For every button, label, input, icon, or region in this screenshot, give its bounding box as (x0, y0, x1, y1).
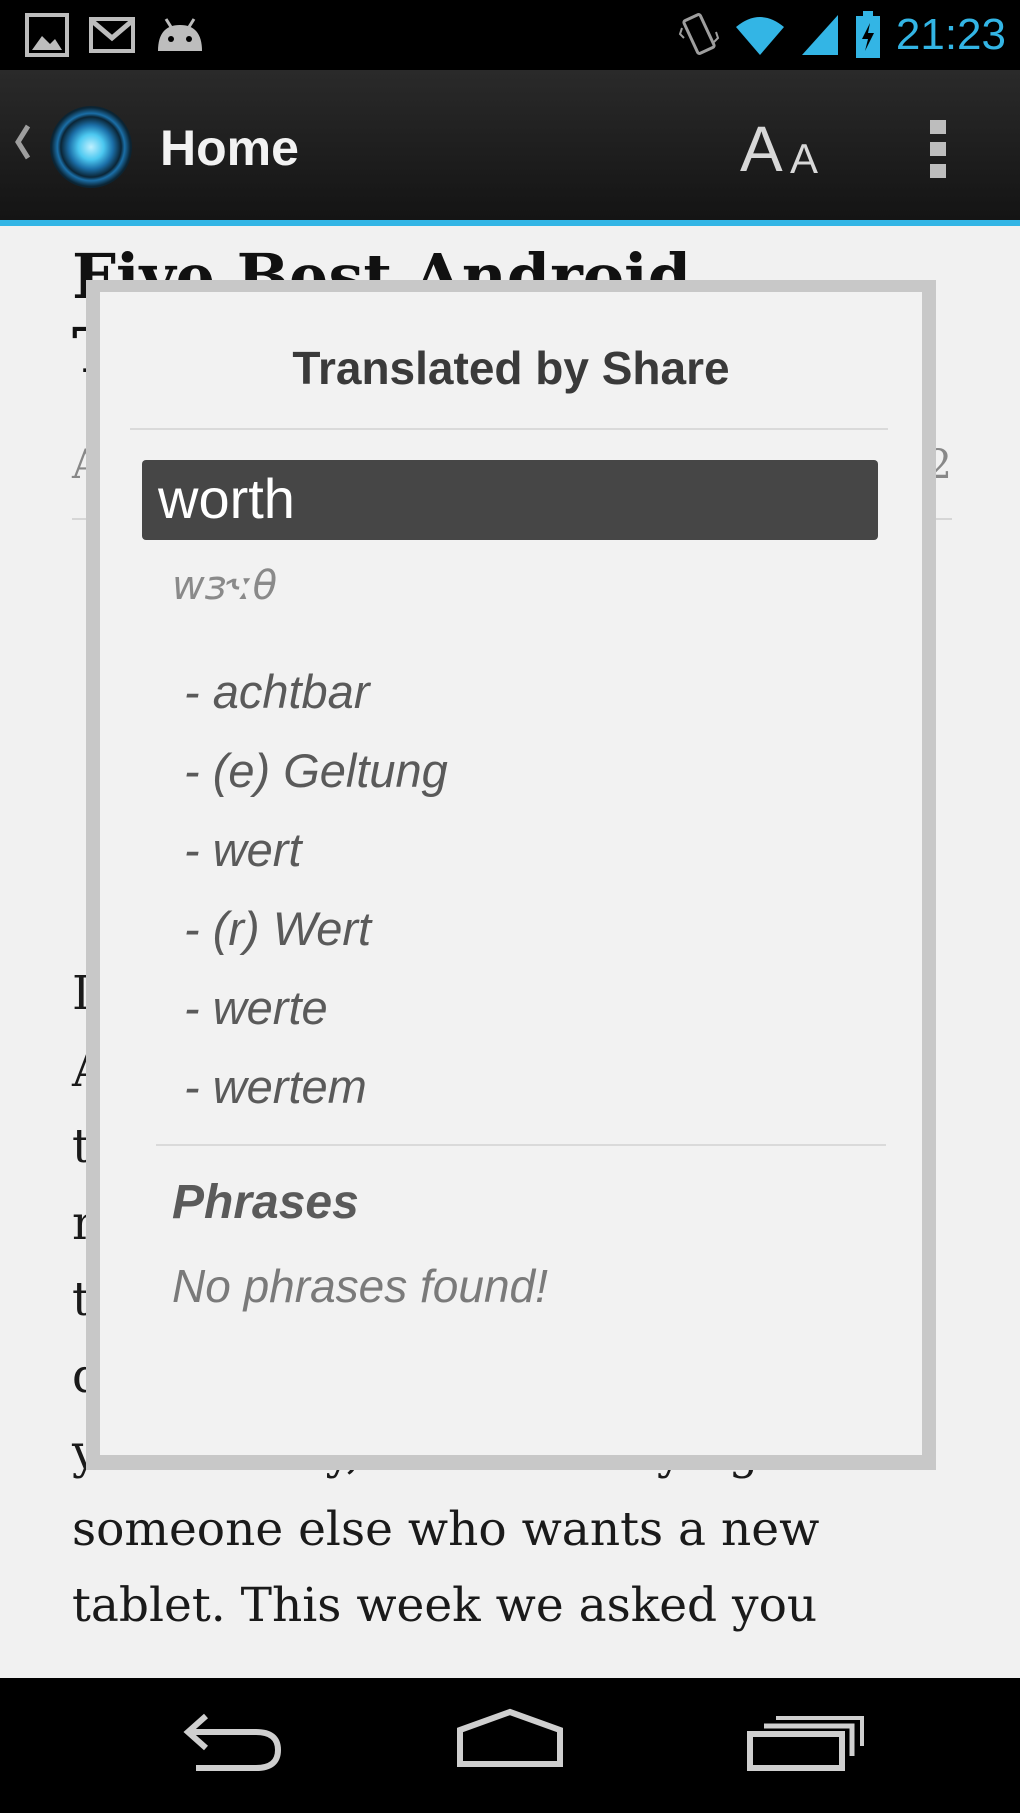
navigation-bar (0, 1678, 1020, 1813)
phrases-heading: Phrases (172, 1176, 359, 1229)
dialog-divider (130, 428, 888, 430)
vibrate-icon (678, 13, 720, 55)
phonetic-transcription: wɜ˞ːθ (172, 563, 278, 609)
gallery-icon (25, 13, 69, 57)
wifi-icon (735, 17, 784, 55)
dialog-title: Translated by Share (292, 342, 730, 394)
translation-item[interactable]: - achtbar (184, 652, 448, 731)
translation-list: - achtbar - (e) Geltung - wert - (r) Wer… (184, 652, 448, 1126)
font-size-button[interactable]: A A (740, 114, 830, 184)
app-icon[interactable] (50, 106, 132, 188)
clock: 21:23 (895, 10, 1006, 59)
translation-item[interactable]: - (r) Wert (184, 889, 448, 968)
notification-icons (24, 12, 206, 58)
phrases-divider (156, 1144, 886, 1146)
translation-item[interactable]: - werte (184, 968, 448, 1047)
article-body-line: tablet. This week we asked you (72, 1578, 818, 1633)
gmail-icon (89, 17, 135, 53)
font-size-small-letter: A (790, 135, 819, 182)
action-bar-title[interactable]: Home (160, 118, 299, 178)
status-bar: 21:23 (0, 0, 1020, 70)
translation-item[interactable]: - (e) Geltung (184, 731, 448, 810)
translation-item[interactable]: - wert (184, 810, 448, 889)
translation-item[interactable]: - wertem (184, 1047, 448, 1126)
phrases-empty-message: No phrases found! (172, 1260, 548, 1312)
cell-signal-icon (801, 15, 838, 55)
recents-icon[interactable] (736, 1704, 876, 1784)
font-size-big-letter: A (740, 113, 783, 185)
home-icon[interactable] (440, 1704, 580, 1784)
word-header: worth (142, 460, 878, 540)
action-bar: Home A A (0, 70, 1020, 226)
overflow-menu-icon[interactable] (930, 120, 950, 180)
battery-charging-icon (855, 11, 880, 58)
up-caret-icon[interactable] (12, 122, 32, 162)
translation-dialog: Translated by Share worth wɜ˞ːθ - achtba… (100, 292, 922, 1455)
back-icon[interactable] (156, 1704, 296, 1784)
android-icon (158, 18, 202, 51)
article-body-line: someone else who wants a new (72, 1501, 820, 1557)
system-icons: 21:23 (678, 8, 1006, 62)
word-text: worth (158, 467, 295, 530)
